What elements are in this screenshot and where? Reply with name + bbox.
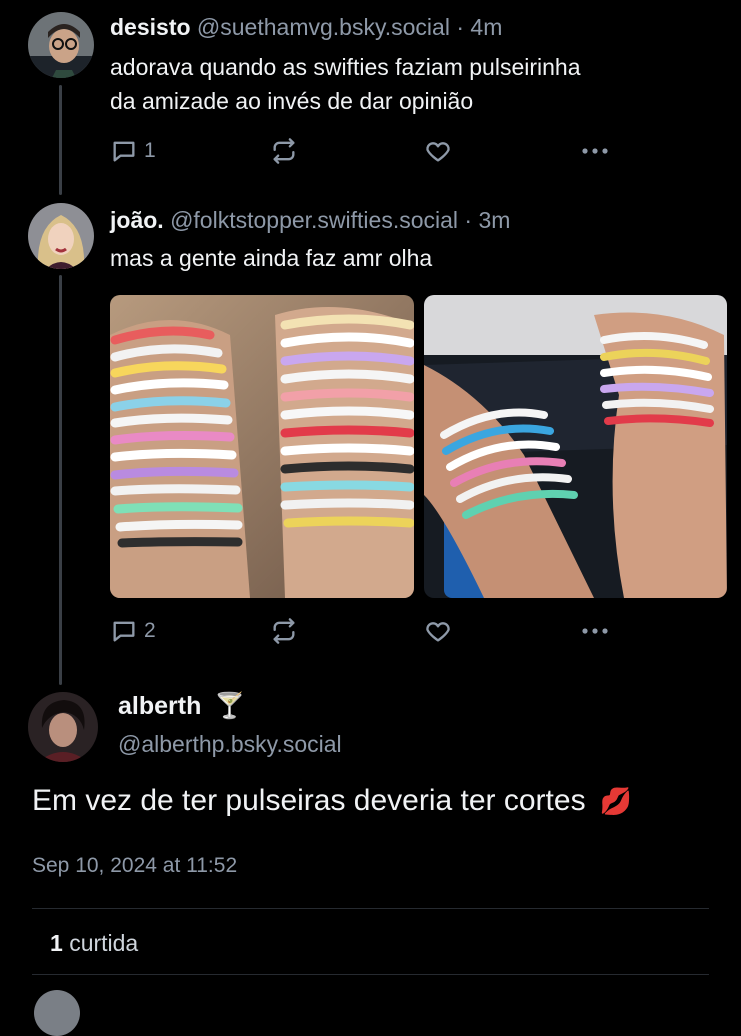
user-handle[interactable]: @folktstopper.swifties.social <box>170 207 458 233</box>
post-header: joão. @folktstopper.swifties.social · 3m <box>110 207 510 234</box>
post-timestamp: Sep 10, 2024 at 11:52 <box>32 854 238 877</box>
display-name[interactable]: desisto <box>110 14 191 40</box>
avatar[interactable] <box>34 990 80 1036</box>
heart-icon <box>426 622 450 642</box>
cocktail-emoji: 🍸 <box>214 692 246 720</box>
post-header: desisto @suethamvg.bsky.social · 4m <box>110 14 502 41</box>
post-text: adorava quando as swifties faziam pulsei… <box>110 50 581 118</box>
reply-count: 1 <box>144 139 156 162</box>
post-time: 3m <box>478 207 511 233</box>
likes-summary[interactable]: 1 curtida <box>50 930 138 957</box>
display-name[interactable]: alberth <box>118 692 201 720</box>
separator-dot: · <box>464 207 473 233</box>
repost-button[interactable] <box>270 617 298 645</box>
user-handle[interactable]: @alberthp.bsky.social <box>118 731 342 758</box>
likes-label: curtida <box>69 930 139 956</box>
reply-button[interactable]: 1 <box>110 137 156 165</box>
post-actions: 2 <box>110 617 620 647</box>
reply-icon <box>113 621 135 642</box>
post-text-line: mas a gente ainda faz amr olha <box>110 245 433 271</box>
avatar[interactable] <box>28 692 98 762</box>
divider <box>32 908 709 909</box>
post-text: mas a gente ainda faz amr olha <box>110 241 432 275</box>
avatar[interactable] <box>28 203 94 269</box>
post-image-bracelets-2[interactable] <box>424 295 727 598</box>
post-text-line: adorava quando as swifties faziam pulsei… <box>110 54 581 80</box>
post-image-bracelets-1[interactable] <box>110 295 414 598</box>
more-icon <box>582 148 608 154</box>
display-name[interactable]: joão. <box>110 207 164 233</box>
divider <box>32 974 709 975</box>
display-name-row: alberth 🍸 <box>118 692 245 721</box>
thread-line-2 <box>59 275 62 685</box>
repost-icon <box>273 138 295 164</box>
likes-count: 1 <box>50 930 63 956</box>
post-time: 4m <box>470 14 503 40</box>
main-post-text-body: Em vez de ter pulseiras deveria ter cort… <box>32 784 586 817</box>
reply-button[interactable]: 2 <box>110 617 156 645</box>
reply-icon <box>113 141 135 162</box>
more-options-button[interactable] <box>580 137 610 165</box>
post-text-line: da amizade ao invés de dar opinião <box>110 88 474 114</box>
main-post-text: Em vez de ter pulseiras deveria ter cort… <box>32 784 632 818</box>
reply-count: 2 <box>144 619 156 642</box>
thread-line-1 <box>59 85 62 195</box>
user-handle[interactable]: @suethamvg.bsky.social <box>197 14 450 40</box>
repost-button[interactable] <box>270 137 298 165</box>
kiss-emoji: 💋 <box>599 786 633 816</box>
like-button[interactable] <box>424 137 452 165</box>
repost-icon <box>273 618 295 644</box>
more-icon <box>582 628 608 634</box>
post-actions: 1 <box>110 137 620 167</box>
more-options-button[interactable] <box>580 617 610 645</box>
avatar[interactable] <box>28 12 94 78</box>
heart-icon <box>426 142 450 162</box>
separator-dot: · <box>456 14 465 40</box>
like-button[interactable] <box>424 617 452 645</box>
